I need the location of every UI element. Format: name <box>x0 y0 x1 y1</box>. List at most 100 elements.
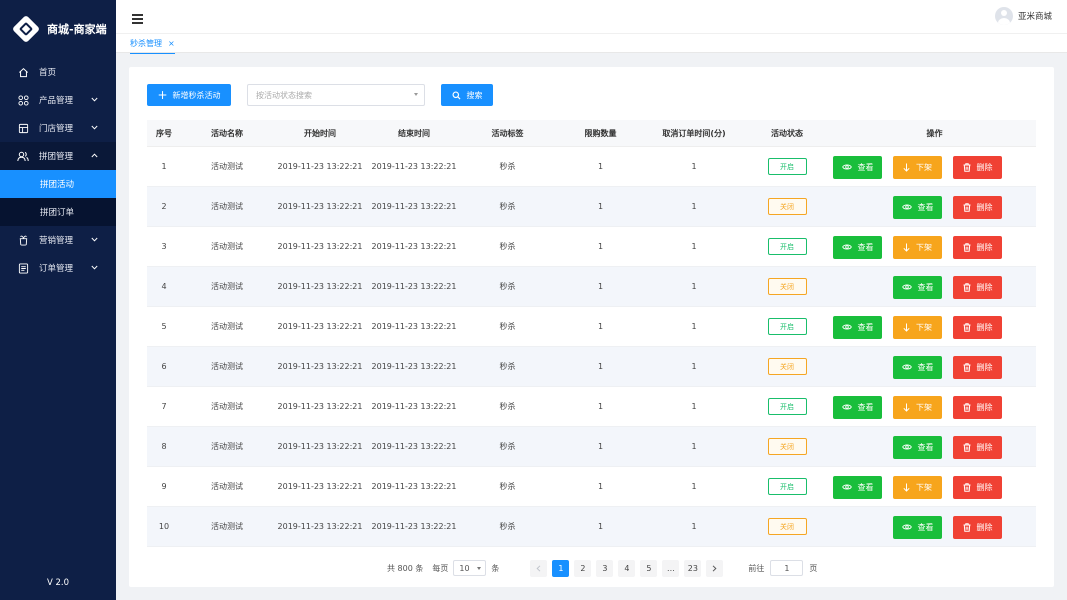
trash-icon <box>963 362 971 372</box>
offline-button[interactable]: 下架 <box>893 475 942 499</box>
sidebar-subitem-group-orders[interactable]: 拼团订单 <box>0 198 116 226</box>
cell-limit: 1 <box>597 522 604 531</box>
sidebar-item-marketing[interactable]: 营销管理 <box>0 226 116 254</box>
status-badge[interactable]: 关闭 <box>767 198 807 215</box>
chevron-down-icon <box>90 263 98 271</box>
table-row: 5 活动测试 2019-11-23 13:22:21 2019-11-23 13:22… <box>147 307 1036 347</box>
sidebar-item-group-buy[interactable]: 拼团管理 <box>0 142 116 170</box>
user-menu[interactable]: 亚米商城 <box>994 7 1052 25</box>
cell-index: 6 <box>161 362 167 371</box>
cell-cancel-minutes: 1 <box>691 282 697 291</box>
status-badge[interactable]: 开启 <box>767 158 807 175</box>
cell-status: 开启 <box>741 478 833 495</box>
goto-page-input[interactable]: 1 <box>770 560 804 576</box>
delete-button[interactable]: 删除 <box>953 515 1002 539</box>
page-button[interactable]: 5 <box>640 559 658 577</box>
sidebar-item-orders[interactable]: 订单管理 <box>0 254 116 282</box>
status-search-placeholder: 按活动状态搜索 <box>256 90 312 100</box>
offline-button[interactable]: 下架 <box>893 315 942 339</box>
offline-label: 下架 <box>916 322 932 332</box>
per-page-select[interactable]: 10 <box>453 560 487 576</box>
cell-limit: 1 <box>597 162 604 171</box>
delete-button[interactable]: 删除 <box>953 155 1002 179</box>
user-name: 亚米商城 <box>1017 12 1052 22</box>
delete-button[interactable]: 删除 <box>953 395 1002 419</box>
view-button[interactable]: 查看 <box>833 315 882 339</box>
page-button[interactable]: 3 <box>596 559 614 577</box>
status-badge[interactable]: 关闭 <box>767 278 807 295</box>
status-badge[interactable]: 关闭 <box>767 358 807 375</box>
delete-label: 删除 <box>976 402 993 412</box>
page-button[interactable]: 1 <box>552 559 570 577</box>
eye-icon <box>901 363 912 371</box>
delete-button[interactable]: 删除 <box>953 195 1002 219</box>
delete-button[interactable]: 删除 <box>953 475 1002 499</box>
delete-button[interactable]: 删除 <box>953 435 1002 459</box>
arrow-down-icon <box>903 163 910 172</box>
cell-end-time: 2019-11-23 13:22:21 <box>371 482 457 491</box>
prev-page-button[interactable] <box>530 559 548 577</box>
view-button[interactable]: 查看 <box>893 355 942 379</box>
hamburger-menu-icon[interactable] <box>132 14 143 24</box>
trash-icon <box>963 282 971 292</box>
cell-limit: 1 <box>597 362 604 371</box>
view-button[interactable]: 查看 <box>893 195 942 219</box>
status-badge[interactable]: 关闭 <box>767 438 807 455</box>
sidebar-item-label: 营销管理 <box>39 236 74 246</box>
cell-actions: 查看 删除 <box>833 267 1036 307</box>
cell-name: 活动测试 <box>211 402 243 411</box>
add-seckill-label: 新增秒杀活动 <box>172 90 221 100</box>
delete-button[interactable]: 删除 <box>953 235 1002 259</box>
users-icon <box>17 150 29 162</box>
cell-actions: 查看 下架 删除 <box>833 467 1036 507</box>
view-button[interactable]: 查看 <box>833 155 882 179</box>
status-search-select[interactable]: 按活动状态搜索 <box>247 84 425 106</box>
cell-cancel-minutes: 1 <box>691 402 697 411</box>
offline-button[interactable]: 下架 <box>893 235 942 259</box>
view-button[interactable]: 查看 <box>833 475 882 499</box>
status-badge[interactable]: 开启 <box>767 238 807 255</box>
trash-icon <box>963 442 971 452</box>
caret-down-icon <box>414 93 418 96</box>
delete-button[interactable]: 删除 <box>953 315 1002 339</box>
sidebar-item-home[interactable]: 首页 <box>0 58 116 86</box>
tab-seckill-management[interactable]: 秒杀管理 × <box>130 34 175 54</box>
view-button[interactable]: 查看 <box>893 275 942 299</box>
status-badge[interactable]: 开启 <box>767 318 807 335</box>
view-button[interactable]: 查看 <box>833 395 882 419</box>
sidebar-subitem-group-activities[interactable]: 拼团活动 <box>0 170 116 198</box>
trash-icon <box>963 482 971 492</box>
offline-button[interactable]: 下架 <box>893 155 942 179</box>
cell-name: 活动测试 <box>211 522 243 531</box>
cell-name: 活动测试 <box>211 322 243 331</box>
status-badge[interactable]: 关闭 <box>767 518 807 535</box>
add-seckill-button[interactable]: + 新增秒杀活动 <box>147 84 231 106</box>
close-icon[interactable]: × <box>168 39 175 48</box>
search-button[interactable]: 搜索 <box>441 84 493 106</box>
cell-index: 3 <box>161 242 167 251</box>
page-ellipsis[interactable]: ... <box>662 559 680 577</box>
page-button[interactable]: 23 <box>684 559 702 577</box>
brand[interactable]: 商城-商家端 <box>0 0 116 58</box>
status-badge[interactable]: 开启 <box>767 398 807 415</box>
delete-button[interactable]: 删除 <box>953 355 1002 379</box>
status-badge[interactable]: 开启 <box>767 478 807 495</box>
table-row: 1 活动测试 2019-11-23 13:22:21 2019-11-23 13:22… <box>147 147 1036 187</box>
view-button[interactable]: 查看 <box>893 435 942 459</box>
page-button[interactable]: 4 <box>618 559 636 577</box>
view-button[interactable]: 查看 <box>893 515 942 539</box>
cell-limit: 1 <box>597 322 604 331</box>
page-button[interactable]: 2 <box>574 559 592 577</box>
delete-label: 删除 <box>976 282 993 292</box>
view-label: 查看 <box>857 242 874 252</box>
delete-button[interactable]: 删除 <box>953 275 1002 299</box>
cell-index: 10 <box>158 522 170 531</box>
sidebar-item-products[interactable]: 产品管理 <box>0 86 116 114</box>
sidebar-item-stores[interactable]: 门店管理 <box>0 114 116 142</box>
search-label: 搜索 <box>466 90 483 100</box>
next-page-button[interactable] <box>706 559 724 577</box>
offline-button[interactable]: 下架 <box>893 395 942 419</box>
view-button[interactable]: 查看 <box>833 235 882 259</box>
table-row: 3 活动测试 2019-11-23 13:22:21 2019-11-23 13:22… <box>147 227 1036 267</box>
cell-tag: 秒杀 <box>499 522 516 531</box>
